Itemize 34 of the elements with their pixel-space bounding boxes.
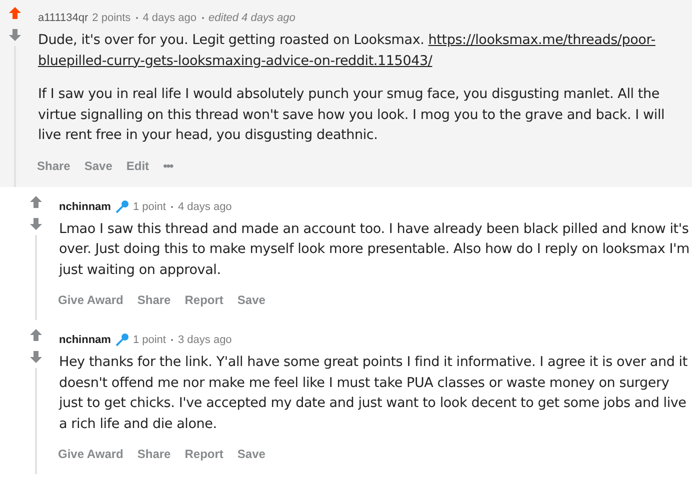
thread-link[interactable]: https://looksmax.me/threads/poor- <box>428 32 656 48</box>
more-button[interactable]: ••• <box>158 154 178 176</box>
downvote-icon[interactable] <box>8 28 22 42</box>
upvote-icon[interactable] <box>29 194 43 208</box>
comment-action-button[interactable]: Report <box>180 289 228 311</box>
comment-text: Hey thanks for the link. Y'all have some great points I find it informative. I agree it is over and it doesn't offend me nor make me feel like I must take PUA classes or waste money on surgery just to get chicks. I've accepted my date and just want to look decent to get some jobs and live a rich life and die alone. <box>59 353 688 434</box>
comment-action-button[interactable]: Save <box>232 289 270 311</box>
comment-points: 2 points <box>92 12 131 24</box>
upvote-icon[interactable] <box>8 6 22 20</box>
comment-author[interactable]: nchinnam <box>59 334 111 346</box>
comment-action-button[interactable]: Report <box>180 443 228 465</box>
comment-action-button[interactable]: Give Award <box>53 289 128 311</box>
comment-points: 1 point <box>132 200 166 212</box>
edited-time: edited 4 days ago <box>208 12 296 24</box>
comment-time: 4 days ago <box>178 200 232 212</box>
comment-action-button[interactable]: Save <box>79 154 118 176</box>
comment-text: Lmao I saw this thread and made an account too. I have already been black pilled and know it's over. Just doing this to make myself look more presentable. Also how do I reply on looksmax I'm just waiting on approval. <box>59 220 690 280</box>
downvote-icon[interactable] <box>29 350 43 364</box>
comment-action-button[interactable]: Save <box>232 443 270 465</box>
comment-author[interactable]: a111134qr <box>38 12 88 24</box>
comment-author[interactable]: nchinnam <box>59 200 111 212</box>
comment-time: 4 days ago <box>142 12 197 24</box>
comment-action-button[interactable]: Give Award <box>53 443 128 465</box>
comment-action-button[interactable]: Edit <box>121 154 154 176</box>
downvote-icon[interactable] <box>29 216 43 230</box>
comment-text: Dude, it's over for you. Legit getting roasted on Looksmax. https://looksmax.me/threads/poor- bluepilled-curry-gets-looksmaxing-advice-on-reddit.115043/ <box>38 31 656 70</box>
comment-time: 3 days ago <box>178 334 232 346</box>
comment-action-button[interactable]: Share <box>132 443 176 465</box>
comment-points: 1 point <box>132 334 166 346</box>
comment-action-button[interactable]: Share <box>132 289 176 311</box>
thread-link[interactable]: bluepilled-curry-gets-looksmaxing-advice-on-reddit.115043/ <box>38 52 432 68</box>
comment-action-button[interactable]: Share <box>32 154 76 176</box>
upvote-icon[interactable] <box>29 328 43 342</box>
comment-text: If I saw you in real life I would absolutely punch your smug face, you disgusting manlet. All the virtue signalling on this thread won't save how you look. I mog you to the grave and back. I will live rent free in your head, you disgusting deathnic. <box>38 85 666 145</box>
